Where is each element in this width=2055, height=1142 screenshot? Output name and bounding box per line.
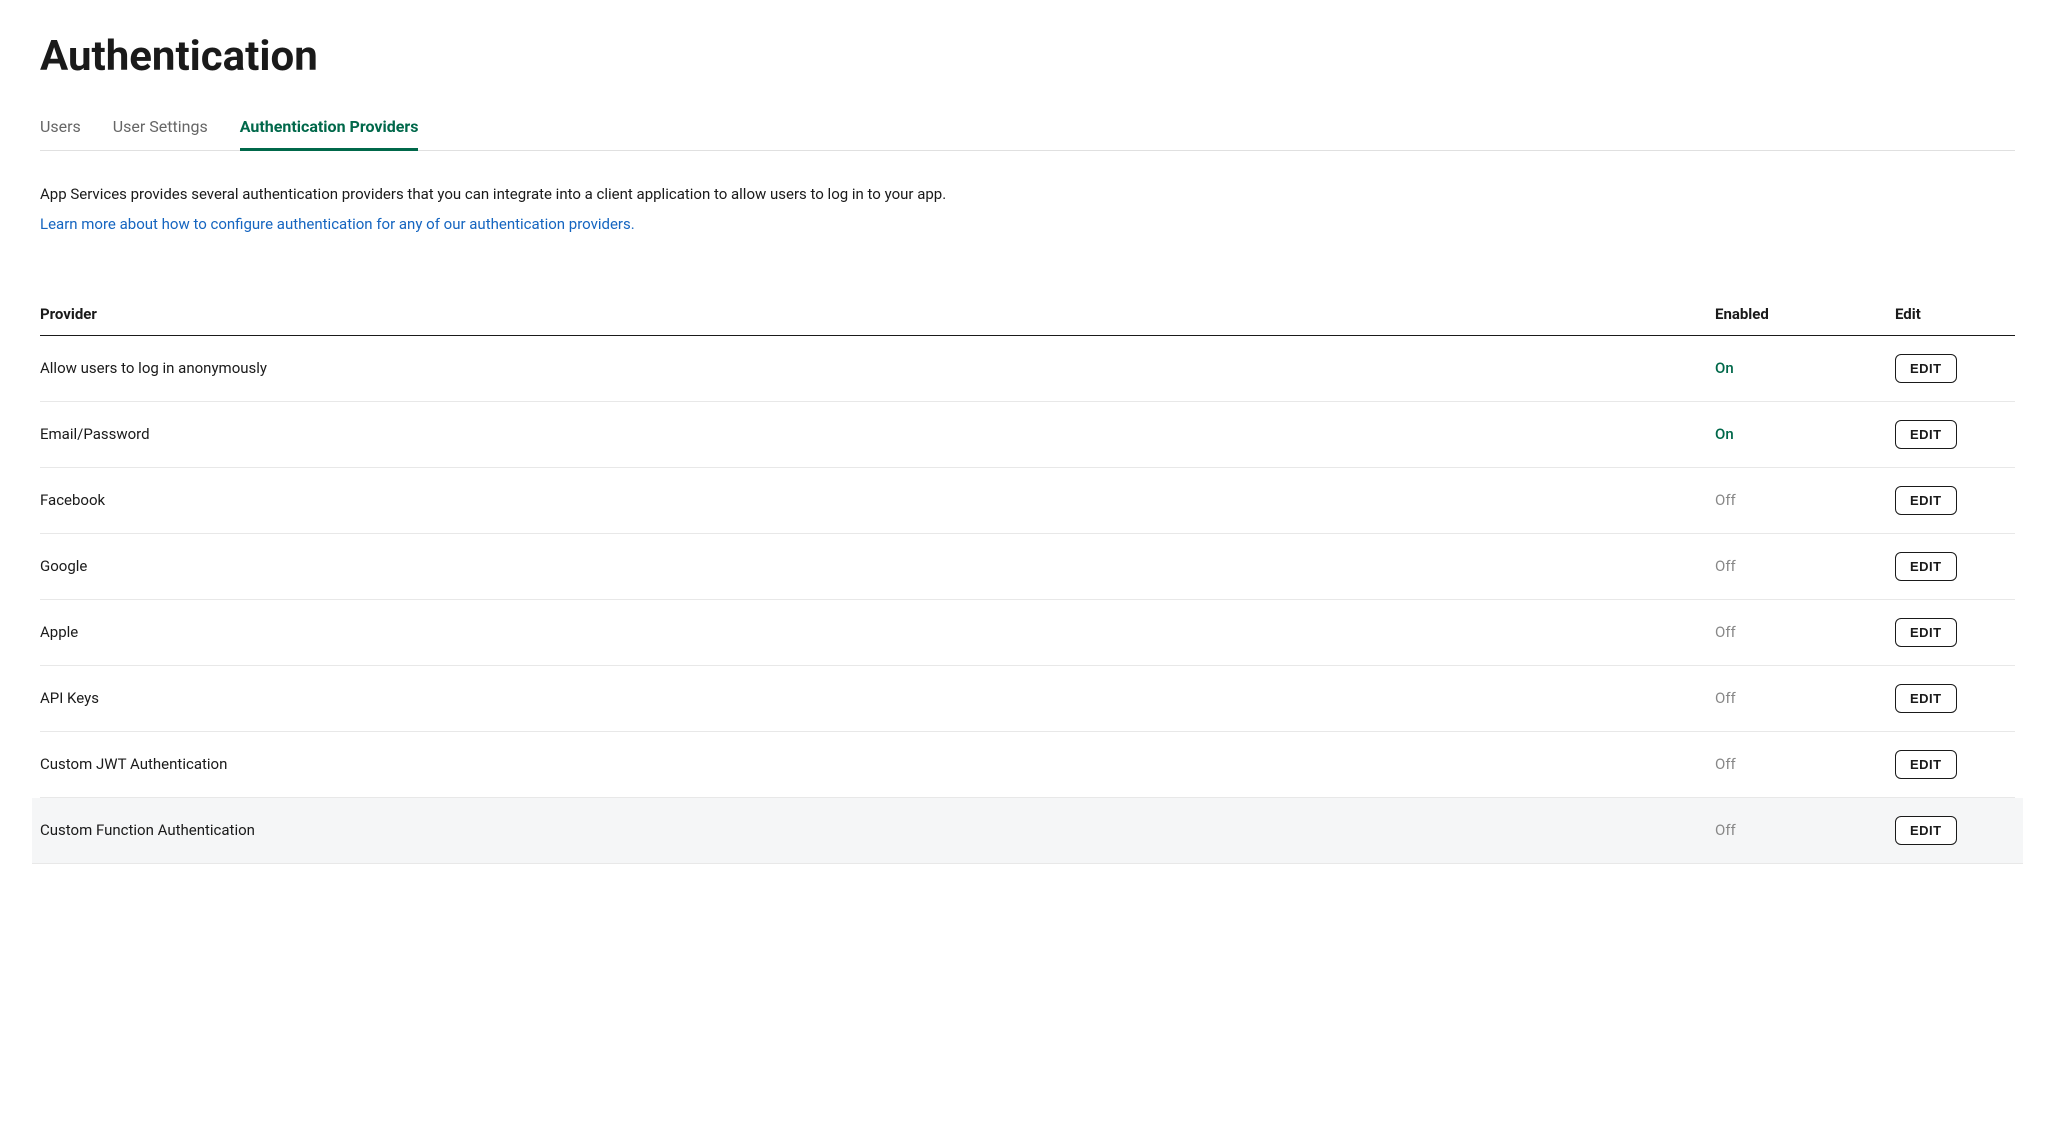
header-provider: Provider	[40, 305, 1715, 323]
table-row: Custom JWT Authentication Off EDIT	[40, 732, 2015, 798]
edit-cell-facebook: EDIT	[1895, 486, 2015, 515]
status-custom-function: Off	[1715, 821, 1895, 839]
table-row: Facebook Off EDIT	[40, 468, 2015, 534]
status-anonymous: On	[1715, 359, 1895, 377]
edit-cell-api-keys: EDIT	[1895, 684, 2015, 713]
page-title: Authentication	[40, 32, 2015, 81]
table-row: Email/Password On EDIT	[40, 402, 2015, 468]
description-text: App Services provides several authentica…	[40, 183, 2015, 206]
provider-name-apple: Apple	[40, 623, 1715, 641]
status-facebook: Off	[1715, 491, 1895, 509]
status-google: Off	[1715, 557, 1895, 575]
status-apple: Off	[1715, 623, 1895, 641]
table-header: Provider Enabled Edit	[40, 293, 2015, 336]
learn-more-link[interactable]: Learn more about how to configure authen…	[40, 215, 635, 233]
tabs-nav: Users User Settings Authentication Provi…	[40, 105, 2015, 151]
edit-cell-anonymous: EDIT	[1895, 354, 2015, 383]
header-enabled: Enabled	[1715, 305, 1895, 323]
table-row: Allow users to log in anonymously On EDI…	[40, 336, 2015, 402]
provider-name-custom-jwt: Custom JWT Authentication	[40, 755, 1715, 773]
edit-button-google[interactable]: EDIT	[1895, 552, 1957, 581]
edit-button-facebook[interactable]: EDIT	[1895, 486, 1957, 515]
edit-cell-apple: EDIT	[1895, 618, 2015, 647]
status-custom-jwt: Off	[1715, 755, 1895, 773]
edit-button-custom-function[interactable]: EDIT	[1895, 816, 1957, 845]
provider-name-facebook: Facebook	[40, 491, 1715, 509]
provider-name-api-keys: API Keys	[40, 689, 1715, 707]
table-row: Google Off EDIT	[40, 534, 2015, 600]
edit-button-email-password[interactable]: EDIT	[1895, 420, 1957, 449]
edit-cell-custom-jwt: EDIT	[1895, 750, 2015, 779]
edit-button-anonymous[interactable]: EDIT	[1895, 354, 1957, 383]
table-row: Custom Function Authentication Off EDIT	[32, 798, 2023, 864]
status-api-keys: Off	[1715, 689, 1895, 707]
table-row: Apple Off EDIT	[40, 600, 2015, 666]
provider-name-google: Google	[40, 557, 1715, 575]
edit-button-apple[interactable]: EDIT	[1895, 618, 1957, 647]
provider-name-anonymous: Allow users to log in anonymously	[40, 359, 1715, 377]
edit-cell-email-password: EDIT	[1895, 420, 2015, 449]
provider-name-email-password: Email/Password	[40, 425, 1715, 443]
tab-users[interactable]: Users	[40, 105, 81, 151]
header-edit: Edit	[1895, 305, 2015, 323]
edit-cell-google: EDIT	[1895, 552, 2015, 581]
status-email-password: On	[1715, 425, 1895, 443]
edit-button-api-keys[interactable]: EDIT	[1895, 684, 1957, 713]
table-body: Allow users to log in anonymously On EDI…	[40, 336, 2015, 864]
edit-button-custom-jwt[interactable]: EDIT	[1895, 750, 1957, 779]
providers-table: Provider Enabled Edit Allow users to log…	[40, 293, 2015, 864]
tab-auth-providers[interactable]: Authentication Providers	[240, 105, 419, 151]
tab-user-settings[interactable]: User Settings	[113, 105, 208, 151]
edit-cell-custom-function: EDIT	[1895, 816, 2015, 845]
table-row: API Keys Off EDIT	[40, 666, 2015, 732]
provider-name-custom-function: Custom Function Authentication	[40, 821, 1715, 839]
